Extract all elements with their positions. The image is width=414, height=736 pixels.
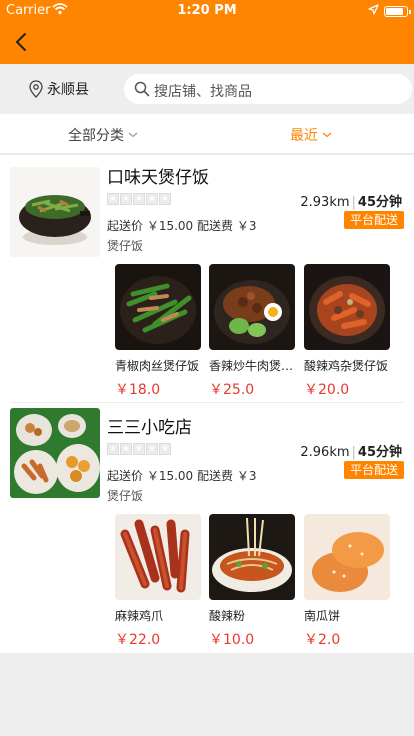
delivery-fee: 配送费 ￥3 bbox=[197, 219, 257, 233]
sort-filter[interactable]: 最近 bbox=[290, 125, 332, 145]
product-item[interactable]: 酸辣鸡杂煲仔饭 ￥20.0 bbox=[304, 264, 390, 399]
search-placeholder: 搜店铺、找商品 bbox=[154, 84, 252, 100]
rating-stars: ★ ★ ★ ★ ★ bbox=[107, 443, 171, 455]
fee-info: 起送价 ￥15.00 配送费 ￥3 bbox=[107, 467, 256, 484]
product-image bbox=[304, 264, 390, 350]
divider bbox=[10, 402, 404, 403]
sort-filter-label: 最近 bbox=[290, 128, 318, 144]
star-icon: ★ bbox=[146, 193, 158, 205]
product-name: 青椒肉丝煲仔饭 bbox=[115, 359, 200, 373]
separator: | bbox=[351, 445, 356, 460]
shop-category: 煲仔饭 bbox=[107, 489, 144, 503]
product-price: ￥22.0 bbox=[115, 632, 161, 648]
distance-time: 2.96km | 45分钟 bbox=[300, 441, 402, 460]
product-price: ￥10.0 bbox=[209, 632, 255, 648]
product-item[interactable]: 麻辣鸡爪 ￥22.0 bbox=[115, 514, 201, 649]
product-item[interactable]: 南瓜饼 ￥2.0 bbox=[304, 514, 390, 649]
shop-name: 三三小吃店 bbox=[107, 418, 192, 438]
distance: 2.93km bbox=[300, 195, 350, 210]
shop-card[interactable]: 三三小吃店 ★ ★ ★ ★ ★ 2.96km | 45分钟 起送价 ￥15.00 配… bbox=[0, 405, 414, 653]
min-price: 起送价 ￥15.00 bbox=[107, 469, 194, 483]
shop-image bbox=[10, 167, 100, 257]
star-icon: ★ bbox=[159, 443, 171, 455]
distance-time: 2.93km | 45分钟 bbox=[300, 191, 402, 210]
product-price: ￥18.0 bbox=[115, 382, 161, 398]
status-time: 1:20 PM bbox=[177, 3, 237, 18]
product-item[interactable]: 青椒肉丝煲仔饭 ￥18.0 bbox=[115, 264, 201, 399]
product-name: 酸辣鸡杂煲仔饭 bbox=[304, 359, 389, 373]
product-item[interactable]: 酸辣粉 ￥10.0 bbox=[209, 514, 295, 649]
product-name: 酸辣粉 bbox=[209, 609, 246, 623]
back-button[interactable] bbox=[10, 30, 34, 54]
separator: | bbox=[351, 195, 356, 210]
delivery-time: 45分钟 bbox=[357, 445, 402, 460]
status-bar: Carrier 1:20 PM bbox=[0, 0, 414, 22]
chevron-down-icon bbox=[128, 132, 138, 138]
delivery-badge: 平台配送 bbox=[344, 211, 404, 229]
product-image bbox=[209, 264, 295, 350]
product-price: ￥20.0 bbox=[304, 382, 350, 398]
filter-bar: 全部分类 最近 bbox=[0, 114, 414, 154]
search-input[interactable]: 搜店铺、找商品 bbox=[124, 74, 412, 104]
chevron-left-icon bbox=[16, 33, 26, 51]
location-label: 永顺县 bbox=[47, 82, 89, 98]
product-image bbox=[115, 264, 201, 350]
product-name: 南瓜饼 bbox=[304, 609, 341, 623]
location-pin-icon bbox=[29, 80, 43, 98]
location-selector[interactable]: 永顺县 bbox=[28, 78, 89, 100]
search-icon bbox=[134, 81, 150, 97]
chevron-down-icon bbox=[322, 132, 332, 138]
product-item[interactable]: 香辣炒牛肉煲仔饭 ￥25.0 bbox=[209, 264, 297, 399]
min-price: 起送价 ￥15.00 bbox=[107, 219, 194, 233]
fee-info: 起送价 ￥15.00 配送费 ￥3 bbox=[107, 217, 256, 234]
shop-image bbox=[10, 408, 100, 498]
rating-stars: ★ ★ ★ ★ ★ bbox=[107, 193, 171, 205]
delivery-fee: 配送费 ￥3 bbox=[197, 469, 257, 483]
star-icon: ★ bbox=[159, 193, 171, 205]
product-price: ￥2.0 bbox=[304, 632, 341, 648]
category-filter[interactable]: 全部分类 bbox=[68, 125, 138, 145]
shop-list: 口味天煲仔饭 ★ ★ ★ ★ ★ 2.93km | 45分钟 起送价 ￥15.00 … bbox=[0, 155, 414, 653]
star-icon: ★ bbox=[133, 193, 145, 205]
product-name: 麻辣鸡爪 bbox=[115, 609, 164, 623]
star-icon: ★ bbox=[107, 193, 119, 205]
shop-name: 口味天煲仔饭 bbox=[107, 168, 209, 188]
product-image bbox=[209, 514, 295, 600]
distance: 2.96km bbox=[300, 445, 350, 460]
star-icon: ★ bbox=[133, 443, 145, 455]
product-image bbox=[115, 514, 201, 600]
star-icon: ★ bbox=[107, 443, 119, 455]
delivery-time: 45分钟 bbox=[357, 195, 402, 210]
delivery-badge: 平台配送 bbox=[344, 461, 404, 479]
category-filter-label: 全部分类 bbox=[68, 128, 124, 144]
shop-card[interactable]: 口味天煲仔饭 ★ ★ ★ ★ ★ 2.93km | 45分钟 起送价 ￥15.00 … bbox=[0, 155, 414, 403]
star-icon: ★ bbox=[120, 443, 132, 455]
star-icon: ★ bbox=[120, 193, 132, 205]
location-arrow-icon bbox=[368, 4, 379, 15]
top-bar: Carrier 1:20 PM bbox=[0, 0, 414, 64]
product-image bbox=[304, 514, 390, 600]
shop-category: 煲仔饭 bbox=[107, 239, 144, 253]
product-name: 香辣炒牛肉煲仔饭 bbox=[209, 359, 297, 373]
product-price: ￥25.0 bbox=[209, 382, 255, 398]
battery-icon bbox=[384, 6, 411, 17]
star-icon: ★ bbox=[146, 443, 158, 455]
